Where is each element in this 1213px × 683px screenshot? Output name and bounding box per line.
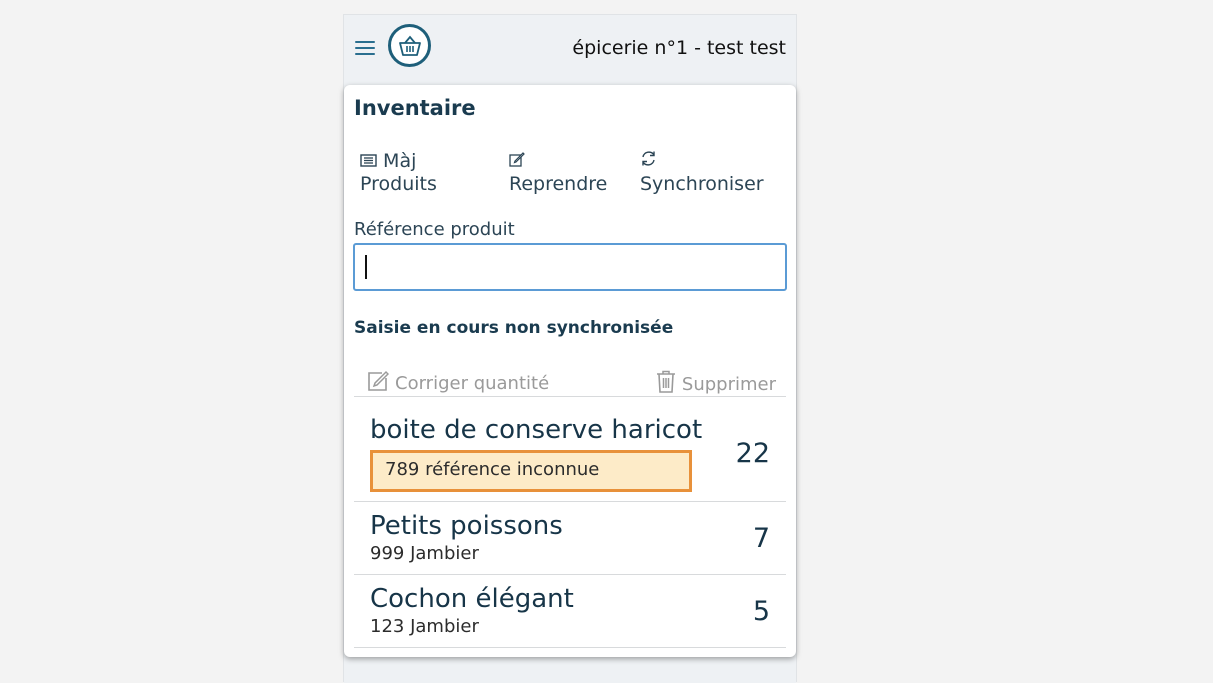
inventory-card: Inventaire Màj Produits Reprendre Synchr… [344, 85, 796, 657]
item-name: Cochon élégant [370, 584, 574, 614]
fix-quantity-button[interactable]: Corriger quantité [367, 370, 549, 394]
edit-icon [368, 370, 390, 391]
synchronize-button[interactable]: Synchroniser [640, 150, 780, 196]
item-quantity: 7 [752, 523, 770, 554]
item-reference: 123 Jambier [370, 616, 479, 637]
unknown-reference-warning: 789 référence inconnue [370, 450, 692, 492]
list-icon [360, 150, 377, 173]
text-caret [365, 255, 367, 279]
fix-quantity-label: Corriger quantité [395, 373, 550, 394]
shop-title: épicerie n°1 - test test [572, 37, 786, 59]
item-quantity: 22 [735, 438, 770, 469]
reference-input[interactable] [353, 243, 787, 291]
hamburger-menu-icon[interactable] [355, 41, 375, 57]
basket-logo-icon [388, 24, 431, 67]
synchronize-label: Synchroniser [640, 173, 764, 195]
item-reference: 999 Jambier [370, 543, 479, 564]
delete-button[interactable]: Supprimer [656, 370, 776, 395]
edit-icon [509, 150, 525, 173]
pending-section-title: Saisie en cours non synchronisée [354, 318, 674, 338]
app-frame: épicerie n°1 - test test Inventaire Màj … [343, 14, 797, 683]
resume-button[interactable]: Reprendre [509, 150, 619, 196]
update-products-label-2: Produits [360, 173, 437, 195]
pending-items-list: boite de conserve haricot 789 référence … [354, 397, 786, 648]
pending-toolbar: Corriger quantité Supprimer [354, 368, 786, 397]
item-name: boite de conserve haricot [370, 415, 703, 445]
resume-label: Reprendre [509, 173, 608, 195]
update-products-label-1: Màj [383, 150, 417, 172]
top-bar: épicerie n°1 - test test [344, 15, 796, 85]
list-item[interactable]: boite de conserve haricot 789 référence … [354, 397, 786, 502]
page-title: Inventaire [354, 96, 476, 120]
update-products-button[interactable]: Màj Produits [360, 150, 490, 196]
list-item[interactable]: Cochon élégant 123 Jambier 5 [354, 575, 786, 648]
item-quantity: 5 [752, 596, 770, 627]
sync-icon [640, 150, 657, 173]
reference-field-label: Référence produit [354, 219, 515, 240]
delete-label: Supprimer [681, 374, 776, 395]
trash-icon [656, 370, 675, 393]
item-name: Petits poissons [370, 511, 563, 541]
bottom-bar [344, 665, 796, 683]
list-item[interactable]: Petits poissons 999 Jambier 7 [354, 502, 786, 575]
